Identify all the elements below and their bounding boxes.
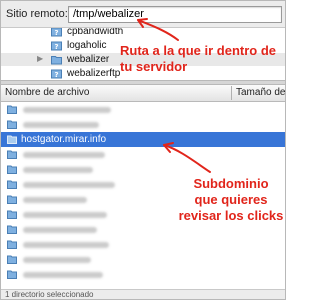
subdomain-annotation: Subdominio que quieres revisar los click… [176,176,286,224]
annotation-line: tu servidor [120,59,188,74]
annotation-line: que quieres [194,192,268,207]
annotation-line: Subdominio [193,176,269,191]
annotation-line: Ruta a la que ir dentro de [120,43,277,58]
annotation-line: revisar los clicks [178,208,284,223]
subdomain-arrow-line [163,144,211,173]
path-annotation: Ruta a la que ir dentro de tu servidor [120,43,286,75]
path-arrow-line [137,19,179,41]
